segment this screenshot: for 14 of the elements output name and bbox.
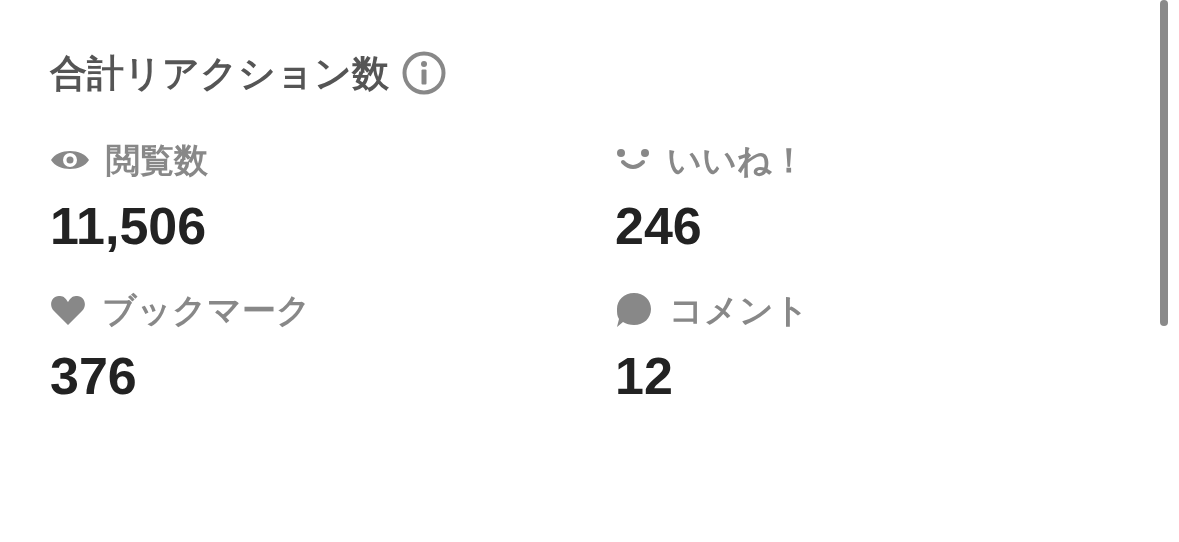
heart-icon [50,294,86,326]
scrollbar[interactable] [1160,0,1168,326]
stat-label: ブックマーク [102,293,311,327]
stat-label: コメント [669,293,809,327]
stat-value: 12 [615,350,674,402]
stat-label: 閲覧数 [106,143,208,177]
info-icon[interactable] [401,50,447,96]
stat-value: 11,506 [50,200,208,252]
speech-bubble-icon [615,291,653,329]
smile-icon [615,148,651,172]
section-title: 合計リアクション数 [50,54,389,92]
stat-value: 246 [615,200,703,252]
stat-label: いいね！ [667,143,806,177]
stat-value: 376 [50,350,138,402]
